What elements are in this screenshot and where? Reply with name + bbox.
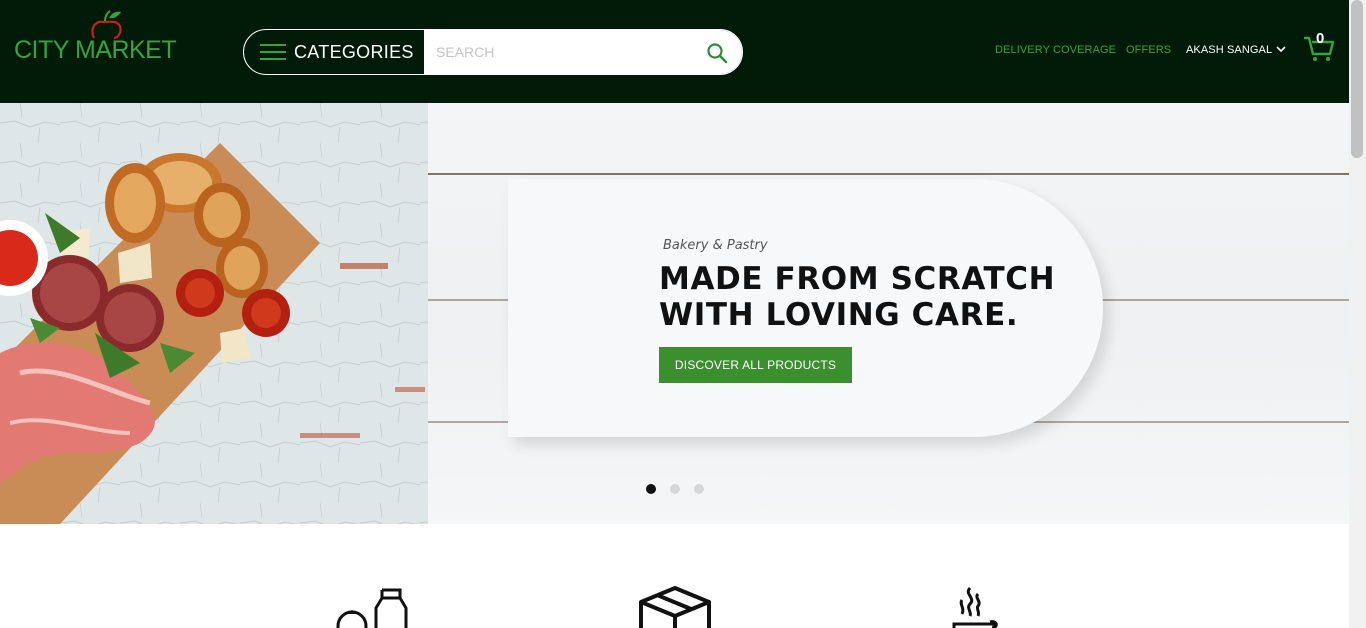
chevron-down-icon [1276,46,1286,53]
cart-count: 0 [1316,30,1325,47]
hero-title: MADE FROM SCRATCH WITH LOVING CARE. [659,261,1055,333]
categories-button[interactable]: CATEGORIES [244,30,424,74]
logo[interactable]: CITY MARKET [14,10,177,66]
slider-dot-1[interactable] [646,484,656,494]
search-box [424,30,742,74]
user-menu[interactable]: AKASH SANGAL [1186,44,1286,56]
hero-title-line-2: WITH LOVING CARE. [659,297,1019,333]
header: CITY MARKET CATEGORIES DELIVERY COVERAGE… [0,0,1349,103]
nav-offers[interactable]: OFFERS [1126,44,1171,56]
slider-dot-2[interactable] [670,484,680,494]
user-name: AKASH SANGAL [1186,44,1273,56]
slider-dots [646,484,704,494]
grocery-bottle-icon [336,588,408,628]
plank-line [428,173,1349,175]
nav-delivery-coverage[interactable]: DELIVERY COVERAGE [995,44,1116,56]
hero-food-image [0,103,428,524]
slider-dot-3[interactable] [694,484,704,494]
hot-food-icon [952,586,998,628]
categories-search-bar: CATEGORIES [243,29,743,75]
box-icon [639,586,711,628]
scrollbar-thumb[interactable] [1351,0,1363,158]
search-input[interactable] [424,30,742,74]
hamburger-icon [260,44,286,60]
discover-products-button[interactable]: DISCOVER ALL PRODUCTS [659,347,852,383]
page: CITY MARKET CATEGORIES DELIVERY COVERAGE… [0,0,1366,628]
search-icon[interactable] [706,42,728,64]
hero-title-line-1: MADE FROM SCRATCH [659,261,1056,297]
categories-label: CATEGORIES [294,41,414,62]
hero-subtitle: Bakery & Pastry [663,238,768,253]
logo-text: CITY MARKET [14,36,177,64]
